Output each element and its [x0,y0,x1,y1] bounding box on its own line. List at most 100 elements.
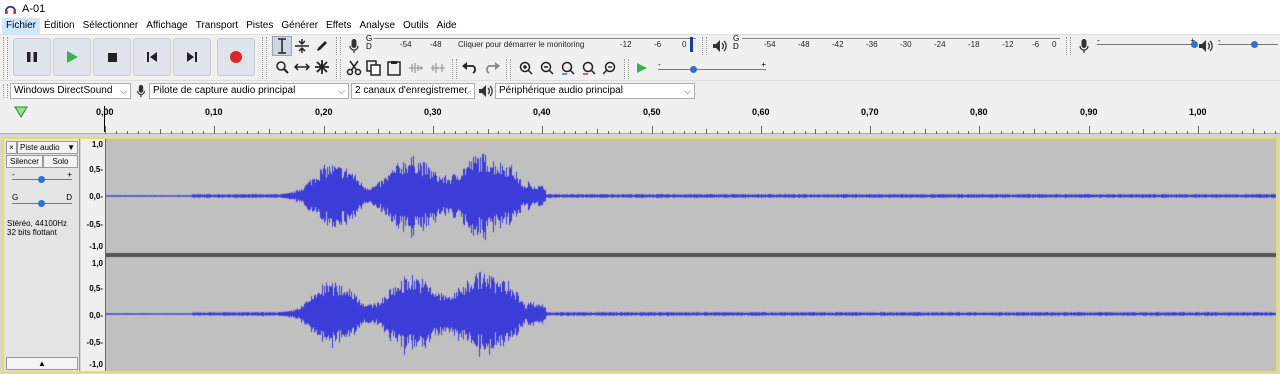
trim-button[interactable] [406,58,426,78]
draw-tool[interactable] [312,36,332,56]
collapse-track-button[interactable]: ▲ [6,357,78,370]
pan-slider[interactable]: G D [12,193,72,207]
copy-button[interactable] [364,58,384,78]
record-meter-button[interactable] [344,36,364,56]
menu-edit[interactable]: Édition [40,18,79,34]
amp-label: -1,0 [89,242,103,251]
meter-tick: -6 [654,40,662,49]
silence-audio-icon [431,63,445,73]
ruler-tick [323,126,325,134]
toolbar-grip[interactable] [624,59,629,79]
slider-thumb[interactable] [1251,41,1258,48]
meter-tick: -18 [968,40,980,49]
recording-channels-select[interactable]: 2 canaux d'enregistremer ⌵ [351,83,475,99]
zoom-toggle-button[interactable] [600,58,620,78]
ruler-tick [542,126,544,134]
menu-file[interactable]: Fichier [2,18,41,34]
stop-icon [107,52,117,62]
menu-view[interactable]: Affichage [142,18,192,34]
title-bar: A-01 [0,0,1280,18]
audio-track[interactable]: × Piste audio ▼ Silencer Solo - + G D St… [2,137,1278,373]
playback-meter[interactable]: -54 -48 -42 -36 -30 -24 -18 -12 -6 0 [742,38,1060,52]
waveform-display[interactable] [106,139,1276,371]
menu-tracks[interactable]: Pistes [242,18,277,34]
multi-tool[interactable] [312,57,332,77]
amplitude-scale[interactable]: 1,0 0,5- 0,0- -0,5- -1,0 1,0 0,5- 0,0- -… [81,139,106,371]
menu-analyze[interactable]: Analyse [355,18,399,34]
playback-meter-button[interactable] [710,36,730,56]
menu-help[interactable]: Aide [433,18,461,34]
slider-thumb[interactable] [38,200,45,207]
track-close-button[interactable]: × [6,141,17,154]
meter-tick: -42 [832,40,844,49]
monitoring-prompt[interactable]: Cliquer pour démarrer le monitoring [456,40,587,49]
envelope-tool[interactable] [292,36,312,56]
toolbar-grip[interactable] [336,59,341,79]
gain-slider[interactable]: - + [12,170,72,183]
menu-bar: Fichier Édition Sélectionner Affichage T… [0,18,1280,34]
zoom-out-button[interactable] [537,58,557,78]
menu-tools[interactable]: Outils [399,18,433,34]
meter-tick: 0 [1052,40,1057,49]
toolbar-grip[interactable] [262,37,267,79]
amp-label: 0,5- [89,284,103,293]
record-meter[interactable]: -54 -48 Cliquer pour démarrer le monitor… [374,38,696,52]
zoom-in-icon [519,61,533,75]
redo-button[interactable] [482,58,502,78]
toolbar-grip[interactable] [702,37,707,55]
play-at-speed-button[interactable] [632,58,652,78]
zoom-tool[interactable] [272,57,292,77]
toolbar-grip[interactable] [452,59,457,79]
menu-select[interactable]: Sélectionner [79,18,143,34]
track-name: Piste audio [20,143,60,152]
record-button[interactable] [217,38,255,76]
timeline-options-button[interactable] [14,106,28,121]
track-panel: × Piste audio ▼ Silencer Solo - + G D St… [0,134,1280,374]
menu-effects[interactable]: Effets [322,18,355,34]
time-shift-tool[interactable] [292,57,312,77]
zoom-in-button[interactable] [516,58,536,78]
silence-button[interactable] [428,58,448,78]
track-menu-button[interactable]: Piste audio ▼ [17,141,78,154]
microphone-icon [136,84,146,98]
playback-volume-slider[interactable]: - [1218,36,1278,48]
slider-thumb[interactable] [38,176,45,183]
undo-button[interactable] [460,58,480,78]
recording-device-select[interactable]: Pilote de capture audio principal ⌵ [149,83,349,99]
ruler-label: 0,90 [1080,107,1098,117]
skip-to-end-button[interactable] [173,38,211,76]
skip-to-start-button[interactable] [133,38,171,76]
selection-tool[interactable] [272,36,292,56]
fit-project-button[interactable] [579,58,599,78]
menu-generate[interactable]: Générer [277,18,322,34]
toolbar-grip[interactable] [3,37,8,79]
pause-button[interactable] [13,38,51,76]
ruler-label: 0,40 [533,107,551,117]
audio-host-select[interactable]: Windows DirectSound ⌵ [10,83,131,99]
toolbar-grip[interactable] [1066,37,1071,55]
recording-volume-slider[interactable]: - + [1097,36,1198,48]
slider-thumb[interactable] [690,66,697,73]
cut-button[interactable] [344,58,364,78]
menu-transport[interactable]: Transport [192,18,242,34]
meter-tick: -12 [1002,40,1014,49]
fit-selection-button[interactable] [558,58,578,78]
playback-device-select[interactable]: Périphérique audio principal ⌵ [495,83,695,99]
stop-button[interactable] [93,38,131,76]
meter-tick: -48 [430,40,442,49]
paste-button[interactable] [384,58,404,78]
meter-tick: -54 [764,40,776,49]
playback-speed-slider[interactable]: - + [658,60,766,73]
meter-tick: -48 [798,40,810,49]
chevron-down-icon: ⌵ [464,86,471,96]
mute-button[interactable]: Silencer [6,155,43,168]
meter-tick: 0 [682,40,687,49]
play-button[interactable] [53,38,91,76]
toolbar-grip[interactable] [336,37,341,55]
timeline-ruler[interactable]: 0,00 0,10 0,20 0,30 0,40 0,50 0,60 0,70 … [0,100,1280,134]
scissors-icon [346,60,362,76]
ruler-tick [870,126,872,134]
toolbar-grip[interactable] [3,84,8,98]
solo-button[interactable]: Solo [43,155,78,168]
toolbar-grip[interactable] [506,59,511,79]
